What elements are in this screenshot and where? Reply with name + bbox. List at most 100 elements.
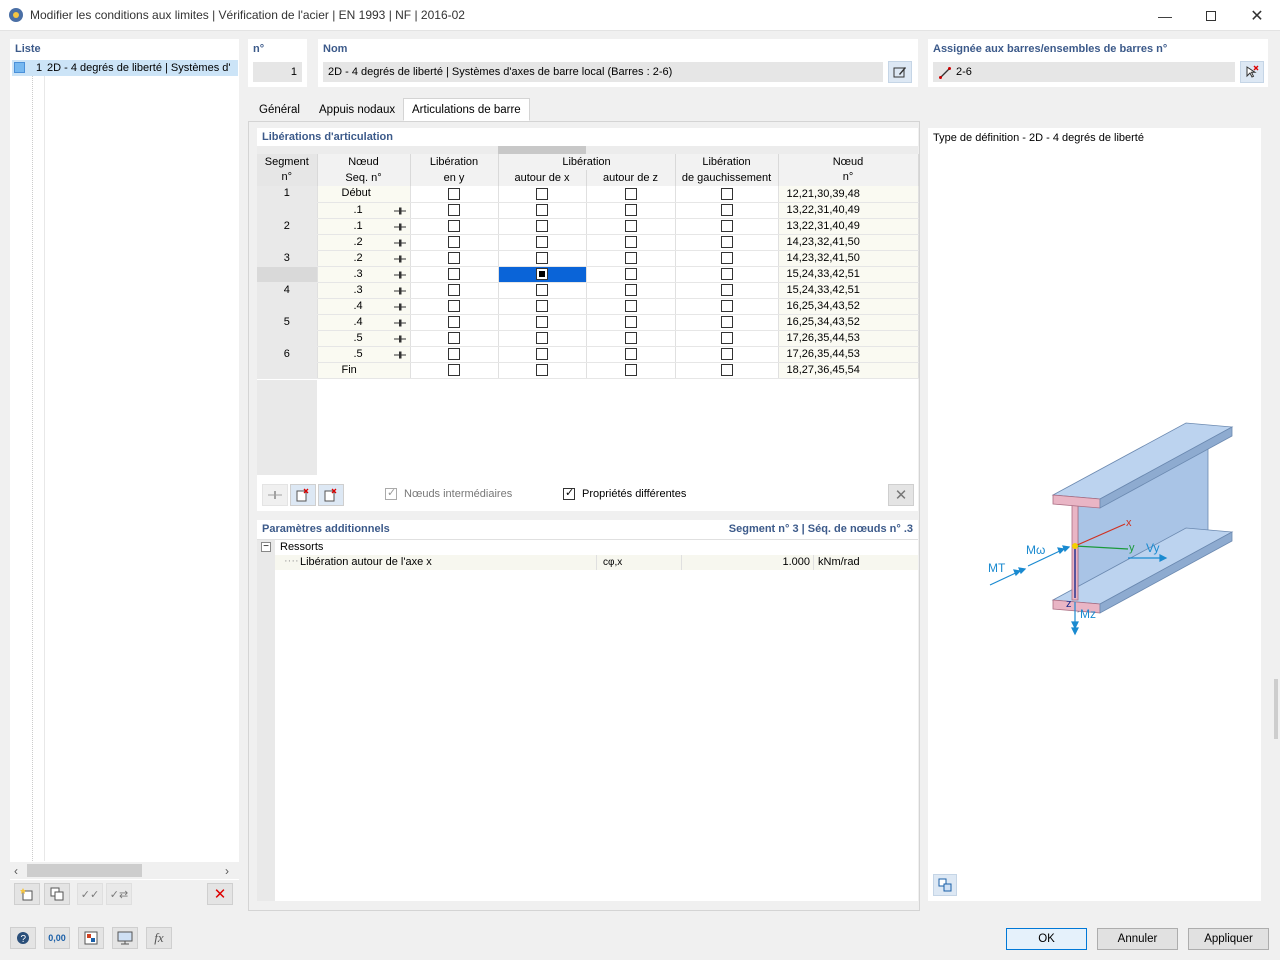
segment-cell[interactable]	[257, 362, 318, 379]
release-x-checkbox[interactable]	[536, 236, 548, 249]
list-item[interactable]: 1 2D - 4 degrés de liberté | Systèmes d'	[12, 60, 238, 76]
release-w-checkbox[interactable]	[720, 204, 733, 217]
release-x-checkbox[interactable]	[536, 187, 548, 200]
release-w-checkbox[interactable]	[720, 220, 733, 233]
node-seq-cell[interactable]: Début	[317, 186, 411, 203]
release-y-cell[interactable]	[410, 234, 499, 251]
scroll-right-icon[interactable]: ›	[225, 864, 229, 878]
release-z-checkbox[interactable]	[624, 284, 637, 297]
release-z-checkbox[interactable]	[624, 348, 637, 361]
release-x-cell[interactable]	[497, 265, 587, 283]
tab-nodal-supports[interactable]: Appuis nodaux	[310, 98, 404, 121]
segment-cell[interactable]: 2	[257, 218, 318, 235]
release-y-checkbox[interactable]	[448, 316, 460, 329]
release-x-cell[interactable]	[498, 234, 587, 251]
tab-general[interactable]: Général	[250, 98, 309, 121]
release-x-cell[interactable]	[498, 314, 587, 331]
release-x-cell[interactable]	[498, 346, 587, 363]
table-row[interactable]: 4 .3 15,24,33,42,51	[257, 282, 919, 299]
release-w-checkbox[interactable]	[720, 348, 733, 361]
node-seq-cell[interactable]: .5	[317, 330, 411, 347]
intermediate-nodes-option[interactable]: ✓ Nœuds intermédiaires	[385, 487, 512, 500]
release-z-cell[interactable]	[586, 218, 676, 235]
segment-cell[interactable]: 5	[257, 314, 318, 331]
release-w-checkbox[interactable]	[720, 284, 733, 297]
segment-cell[interactable]: 4	[257, 282, 318, 299]
node-seq-cell[interactable]: .3	[317, 266, 411, 283]
segment-cell[interactable]	[257, 202, 318, 219]
different-props-option[interactable]: ✓ Propriétés différentes	[563, 487, 686, 500]
node-seq-cell[interactable]: .3	[317, 282, 411, 299]
segment-cell[interactable]	[257, 234, 318, 251]
release-w-cell[interactable]	[675, 202, 779, 219]
release-z-checkbox[interactable]	[624, 220, 637, 233]
release-y-checkbox[interactable]	[448, 332, 460, 345]
release-y-checkbox[interactable]	[448, 236, 460, 249]
segment-cell[interactable]: 3	[257, 250, 318, 267]
maximize-icon[interactable]	[1188, 0, 1234, 31]
number-field[interactable]: 1	[253, 62, 302, 82]
release-x-cell[interactable]	[498, 250, 587, 267]
release-w-checkbox[interactable]	[720, 300, 733, 313]
release-y-checkbox[interactable]	[448, 300, 460, 313]
edit-name-icon[interactable]	[888, 61, 912, 83]
table-row[interactable]: 3 .2 14,23,32,41,50	[257, 250, 919, 267]
release-x-cell[interactable]	[498, 282, 587, 299]
different-props-checkbox[interactable]: ✓	[563, 487, 575, 500]
function-icon[interactable]: fx	[146, 927, 172, 949]
release-x-cell[interactable]	[498, 186, 587, 203]
release-y-cell[interactable]	[410, 298, 499, 315]
table-row[interactable]: .1 13,22,31,40,49	[257, 202, 919, 219]
node-seq-cell[interactable]: .4	[317, 298, 411, 315]
release-z-checkbox[interactable]	[624, 187, 637, 200]
segment-cell[interactable]: 6	[257, 346, 318, 363]
release-y-checkbox[interactable]	[448, 268, 460, 281]
release-w-checkbox[interactable]	[720, 252, 733, 265]
release-x-cell[interactable]	[498, 362, 587, 379]
collapse-icon[interactable]: −	[261, 542, 271, 552]
units-icon[interactable]: 0,00	[44, 927, 70, 949]
release-y-checkbox[interactable]	[448, 364, 460, 377]
release-y-checkbox[interactable]	[448, 348, 460, 361]
clear-table-icon[interactable]: ✕	[888, 484, 914, 506]
scrollbar-thumb[interactable]	[27, 864, 142, 877]
release-z-cell[interactable]	[586, 186, 676, 203]
table-row[interactable]: .2 14,23,32,41,50	[257, 234, 919, 251]
assigned-field[interactable]: 2-6	[933, 62, 1235, 82]
release-z-checkbox[interactable]	[624, 332, 637, 345]
release-z-cell[interactable]	[586, 266, 676, 283]
copy-row-icon[interactable]	[290, 484, 316, 506]
release-x-checkbox[interactable]	[536, 284, 548, 297]
table-row[interactable]: 6 .5 17,26,35,44,53	[257, 346, 919, 363]
param-value[interactable]: 1.000	[775, 556, 810, 568]
release-x-checkbox[interactable]	[536, 252, 548, 265]
table-row[interactable]: 1 Début 12,21,30,39,48	[257, 186, 919, 203]
intermediate-nodes-checkbox[interactable]: ✓	[385, 487, 397, 500]
release-x-checkbox[interactable]	[536, 268, 548, 281]
release-w-checkbox[interactable]	[720, 364, 733, 377]
paste-row-icon[interactable]	[318, 484, 344, 506]
display-icon[interactable]	[112, 927, 138, 949]
release-x-checkbox[interactable]	[536, 316, 548, 329]
minimize-icon[interactable]: —	[1142, 0, 1188, 31]
release-z-cell[interactable]	[586, 314, 676, 331]
segment-cell[interactable]: 1	[257, 186, 318, 203]
release-x-checkbox[interactable]	[536, 204, 548, 217]
release-z-cell[interactable]	[586, 346, 676, 363]
swap-view-icon[interactable]	[933, 874, 957, 896]
table-row[interactable]: .5 17,26,35,44,53	[257, 330, 919, 347]
release-x-checkbox[interactable]	[536, 300, 548, 313]
release-x-cell[interactable]	[498, 330, 587, 347]
release-w-checkbox[interactable]	[720, 187, 733, 200]
node-seq-cell[interactable]: .1	[317, 218, 411, 235]
vertical-scrollbar[interactable]	[1272, 39, 1280, 909]
release-z-checkbox[interactable]	[624, 364, 637, 377]
release-x-cell[interactable]	[498, 202, 587, 219]
release-y-cell[interactable]	[410, 186, 499, 203]
release-y-checkbox[interactable]	[448, 220, 460, 233]
segment-cell[interactable]	[257, 298, 318, 315]
release-z-checkbox[interactable]	[624, 236, 637, 249]
insert-row-icon[interactable]	[262, 484, 288, 506]
copy-item-icon[interactable]	[44, 883, 70, 905]
segment-cell[interactable]	[257, 266, 318, 283]
